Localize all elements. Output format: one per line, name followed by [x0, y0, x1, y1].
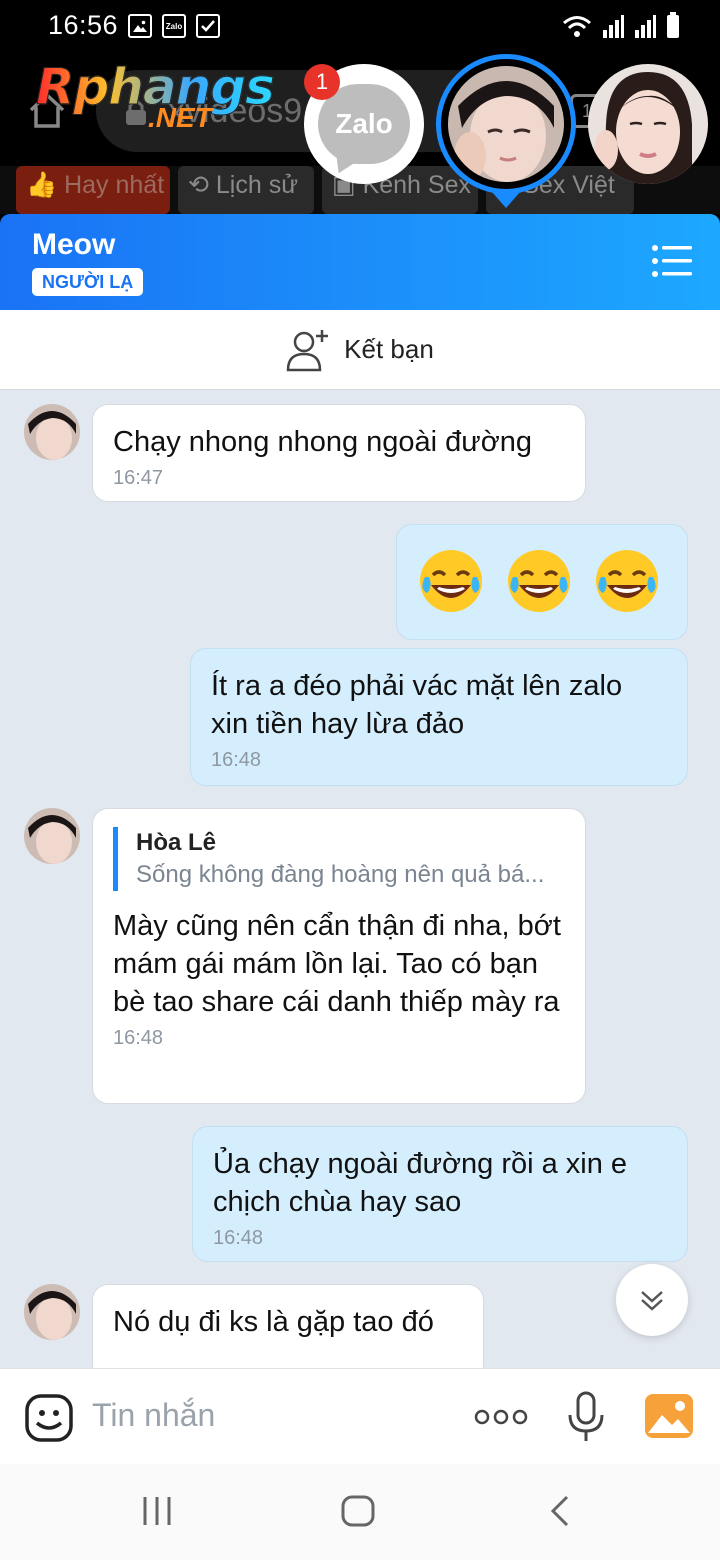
message-time: 16:47 [113, 467, 164, 489]
history-icon: ⟲ [188, 171, 209, 199]
emoji-row [417, 543, 667, 615]
image-icon [128, 14, 152, 38]
status-time: 16:56 [48, 10, 119, 40]
sticker-icon[interactable] [24, 1393, 74, 1443]
logo-suffix: .NET [148, 102, 212, 133]
scroll-to-bottom-button[interactable] [616, 1264, 688, 1336]
message-time: 16:48 [213, 1227, 264, 1249]
message-bubble-outgoing[interactable]: Ủa chạy ngoài đường rồi a xin e chịch ch… [192, 1126, 688, 1262]
quote-author: Hòa Lê [136, 829, 217, 856]
chevron-double-down-icon [641, 1291, 663, 1311]
battery-icon [667, 12, 679, 38]
add-user-icon [286, 329, 329, 371]
message-time: 16:48 [211, 749, 262, 771]
message-bubble-outgoing[interactable]: Ít ra a đéo phải vác mặt lên zalo xin ti… [190, 648, 688, 786]
zalo-notification-icon: Zalo [162, 14, 186, 38]
check-box-icon [196, 14, 220, 38]
add-friend-button[interactable]: Kết bạn [0, 310, 720, 390]
gallery-image-icon[interactable] [644, 1393, 694, 1439]
tab-hay-nhat[interactable]: 👍 Hay nhất [16, 166, 170, 214]
message-list[interactable]: Chạy nhong nhong ngoài đường 16:47 Ít ra… [0, 390, 720, 1368]
message-text: Chạy nhong nhong ngoài đường [113, 426, 532, 458]
status-notification-icons: Zalo [128, 14, 220, 38]
home-button-icon[interactable] [340, 1494, 376, 1528]
message-bubble-outgoing[interactable] [396, 524, 688, 640]
microphone-icon[interactable] [566, 1391, 606, 1443]
quote-text: Sống không đàng hoàng nên quả bá... [136, 861, 545, 888]
tears-of-joy-icon [420, 550, 482, 612]
tab-lich-su[interactable]: ⟲ Lịch sử [178, 166, 314, 214]
message-text: Ủa chạy ngoài đường rồi a xin e chịch ch… [213, 1148, 628, 1218]
signal-icon [603, 15, 624, 38]
stranger-badge: NGƯỜI LẠ [32, 268, 144, 296]
chat-header: Meow NGƯỜI LẠ [0, 214, 720, 310]
message-bubble-incoming[interactable]: Hòa Lê Sống không đàng hoàng nên quả bá.… [92, 808, 586, 1104]
quoted-reply[interactable]: Hòa Lê Sống không đàng hoàng nên quả bá.… [113, 827, 565, 891]
unread-badge: 1 [304, 64, 340, 100]
message-bubble-incoming[interactable]: Nó dụ đi ks là gặp tao đó [92, 1284, 484, 1368]
signal-icon [635, 15, 656, 38]
message-composer: Tin nhắn [0, 1368, 720, 1464]
avatar[interactable] [24, 808, 80, 864]
tab-label: Hay nhất [64, 171, 165, 199]
status-bar: 16:56 Zalo [0, 0, 720, 56]
message-time: 16:48 [113, 1027, 164, 1049]
chat-head-contact-2[interactable] [588, 64, 708, 184]
message-text: Nó dụ đi ks là gặp tao đó [113, 1306, 434, 1338]
tab-label: Lịch sử [215, 171, 298, 199]
site-logo: Rphangs .NET [36, 58, 276, 134]
system-navigation-bar [0, 1464, 720, 1560]
wifi-icon [563, 16, 591, 37]
status-system-icons [562, 12, 680, 38]
message-text: Ít ra a đéo phải vác mặt lên zalo xin ti… [211, 670, 623, 740]
avatar [448, 66, 564, 182]
back-icon[interactable] [548, 1494, 572, 1528]
message-bubble-incoming[interactable]: Chạy nhong nhong ngoài đường 16:47 [92, 404, 586, 502]
message-text: Mày cũng nên cẩn thận đi nha, bớt mám gá… [113, 910, 561, 1018]
active-chat-head[interactable] [436, 54, 576, 194]
more-options-icon[interactable] [474, 1409, 528, 1425]
tears-of-joy-icon [508, 550, 570, 612]
recent-apps-icon[interactable] [140, 1494, 174, 1528]
message-input[interactable]: Tin nhắn [92, 1397, 215, 1434]
tears-of-joy-icon [596, 550, 658, 612]
active-head-pointer [492, 192, 520, 208]
avatar [588, 64, 708, 184]
menu-list-icon[interactable] [652, 244, 692, 278]
add-friend-label: Kết bạn [344, 334, 434, 364]
avatar[interactable] [24, 404, 80, 460]
contact-name[interactable]: Meow [32, 228, 115, 262]
thumbs-up-icon: 👍 [26, 171, 58, 199]
avatar[interactable] [24, 1284, 80, 1340]
